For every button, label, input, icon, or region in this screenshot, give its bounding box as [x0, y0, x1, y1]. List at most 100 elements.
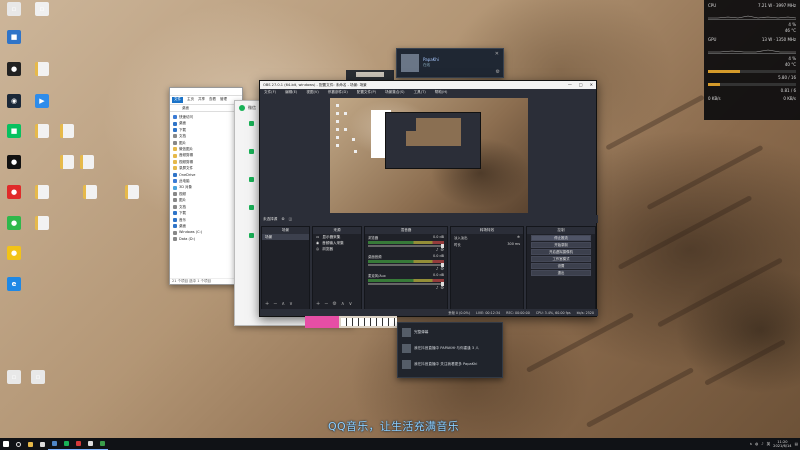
desktop-icon[interactable]: ▶	[30, 94, 54, 120]
file-icon[interactable]	[30, 124, 54, 150]
wechat-icon[interactable]	[60, 438, 72, 450]
steam-friend-popup[interactable]: PapaKhi 在线 ✕ ⚙	[396, 48, 504, 78]
ime-indicator[interactable]: 英	[767, 442, 771, 447]
stop-streaming-button[interactable]: 停止推流	[531, 235, 591, 241]
task-view-icon[interactable]	[36, 438, 48, 450]
start-recording-button[interactable]: 开始录制	[531, 242, 591, 248]
channel-db: 0.0 dB	[433, 273, 444, 277]
ribbon-tab-share[interactable]: 共享	[198, 97, 205, 103]
ribbon-tab-home[interactable]: 主页	[187, 97, 194, 103]
file-icon[interactable]	[78, 185, 102, 211]
files-icon[interactable]	[249, 205, 254, 210]
maximize-button[interactable]: □	[579, 81, 583, 89]
add-scene-icon[interactable]: +	[265, 301, 269, 307]
obs-icon[interactable]	[84, 438, 96, 450]
studio-mode-button[interactable]: 工作室模式	[531, 256, 591, 262]
add-transition-icon[interactable]: ⊕	[517, 235, 520, 240]
nav-item[interactable]: Data (D:)	[173, 236, 239, 242]
desktop-icon[interactable]: ◉	[2, 94, 26, 120]
scene-item[interactable]: 场景	[262, 234, 309, 240]
contacts-icon[interactable]	[249, 149, 254, 154]
desktop-icon[interactable]: ●	[2, 155, 26, 181]
menu-view[interactable]: 视图(V)	[306, 90, 318, 95]
desktop-icon[interactable]: ●	[2, 185, 26, 211]
volume-slider[interactable]	[368, 244, 444, 248]
explorer-titlebar[interactable]	[170, 88, 242, 96]
speaker-icon[interactable]: ♪	[436, 247, 439, 252]
chrome-icon[interactable]	[96, 438, 108, 450]
menu-help[interactable]: 帮助(H)	[435, 90, 448, 95]
volume-icon[interactable]: ♪	[761, 442, 763, 446]
desktop-icon[interactable]: ●	[2, 62, 26, 88]
exit-button[interactable]: 退出	[531, 270, 591, 276]
remove-scene-icon[interactable]: −	[273, 301, 277, 307]
file-explorer-window[interactable]: 文件 主页 共享 查看 管理 桌面 快速访问 桌面 下载 文档 图片 微信图片 音频剪辑 视频…	[169, 87, 243, 285]
close-button[interactable]: ✕	[590, 81, 593, 89]
menu-file[interactable]: 文件(F)	[264, 90, 276, 95]
remove-source-icon[interactable]: −	[324, 301, 328, 307]
desktop-icon[interactable]: ▫	[26, 370, 50, 396]
obs-window[interactable]: OBS 27.0.1 (64-bit, windows) - 配置文件: 未命名…	[259, 80, 598, 317]
network-icon[interactable]: ◍	[755, 442, 758, 446]
menu-tools[interactable]: 工具(T)	[414, 90, 426, 95]
ribbon-tab-view[interactable]: 查看	[209, 97, 216, 103]
windows-start-icon[interactable]	[0, 438, 12, 450]
taskbar-clock[interactable]: 11:20 2021/6/14	[773, 440, 791, 449]
desktop-icon[interactable]: ▫	[2, 370, 26, 396]
menu-docks[interactable]: 停靠部件(D)	[328, 90, 348, 95]
speaker-icon[interactable]: ♪	[436, 285, 439, 290]
file-icon[interactable]	[55, 124, 79, 150]
chevron-up-icon[interactable]: ∧	[749, 442, 752, 446]
move-down-icon[interactable]: ∨	[349, 301, 353, 307]
ribbon-tab-file[interactable]: 文件	[172, 97, 183, 103]
settings-button[interactable]: 设置	[531, 263, 591, 269]
search-icon[interactable]	[12, 438, 24, 450]
filters-icon[interactable]: ◫	[289, 217, 292, 221]
notification-center-icon[interactable]: ▤	[795, 442, 798, 446]
volume-slider[interactable]	[368, 263, 444, 267]
source-settings-icon[interactable]: ⚙	[332, 301, 336, 307]
move-up-icon[interactable]: ∧	[341, 301, 345, 307]
speaker-icon[interactable]: ♪	[436, 266, 439, 271]
notification-row[interactable]: 完整弹幕	[402, 328, 428, 337]
explorer-address-bar[interactable]: 桌面	[170, 104, 242, 112]
file-icon[interactable]	[55, 155, 79, 181]
obs-titlebar[interactable]: OBS 27.0.1 (64-bit, windows) - 配置文件: 未命名…	[260, 81, 596, 89]
duration-input[interactable]: 300 ms	[507, 242, 520, 247]
file-icon[interactable]	[30, 185, 54, 211]
menu-profile[interactable]: 配置文件(P)	[357, 90, 376, 95]
desktop-icon[interactable]: ●	[2, 216, 26, 242]
steam-icon[interactable]	[48, 438, 60, 450]
move-down-icon[interactable]: ∨	[289, 301, 293, 307]
file-explorer-icon[interactable]	[24, 438, 36, 450]
transition-type-select[interactable]: 淡入淡出	[454, 235, 468, 240]
file-icon[interactable]	[120, 185, 144, 211]
add-source-icon[interactable]: +	[316, 301, 320, 307]
desktop-icon[interactable]: ■	[2, 30, 26, 56]
close-icon[interactable]: ✕	[495, 51, 499, 57]
netease-icon[interactable]	[72, 438, 84, 450]
desktop-icon[interactable]: e	[2, 277, 26, 303]
volume-slider[interactable]	[368, 282, 444, 286]
moments-icon[interactable]	[249, 233, 254, 238]
favorites-icon[interactable]	[249, 177, 254, 182]
source-item[interactable]: ◎ 浏览器	[313, 246, 361, 252]
menu-scene-collection[interactable]: 场景集合(S)	[385, 90, 404, 95]
desktop-icon[interactable]: ▫	[2, 2, 26, 28]
obs-preview-canvas[interactable]	[330, 98, 528, 213]
menu-edit[interactable]: 编辑(E)	[285, 90, 297, 95]
chat-icon[interactable]	[249, 121, 254, 126]
move-up-icon[interactable]: ∧	[281, 301, 285, 307]
file-icon[interactable]	[30, 62, 54, 88]
file-icon[interactable]	[30, 216, 54, 242]
desktop-icon[interactable]: ■	[2, 124, 26, 150]
ribbon-tab-manage[interactable]: 管理	[220, 97, 227, 103]
minimize-button[interactable]: —	[568, 81, 572, 89]
notification-row[interactable]: 我在抖音直播中 关注我看更多 PapaKhi	[402, 360, 477, 369]
desktop-icon[interactable]: ●	[2, 246, 26, 272]
desktop-icon[interactable]: ▫	[30, 2, 54, 28]
start-virtual-camera-button[interactable]: 开启虚拟摄像机	[531, 249, 591, 255]
properties-icon[interactable]: ⚙	[281, 217, 284, 221]
gear-icon[interactable]: ⚙	[496, 69, 500, 75]
notification-row[interactable]: 我在抖音直播中 PAPAKHI·与你重逢 3 人	[402, 344, 479, 353]
